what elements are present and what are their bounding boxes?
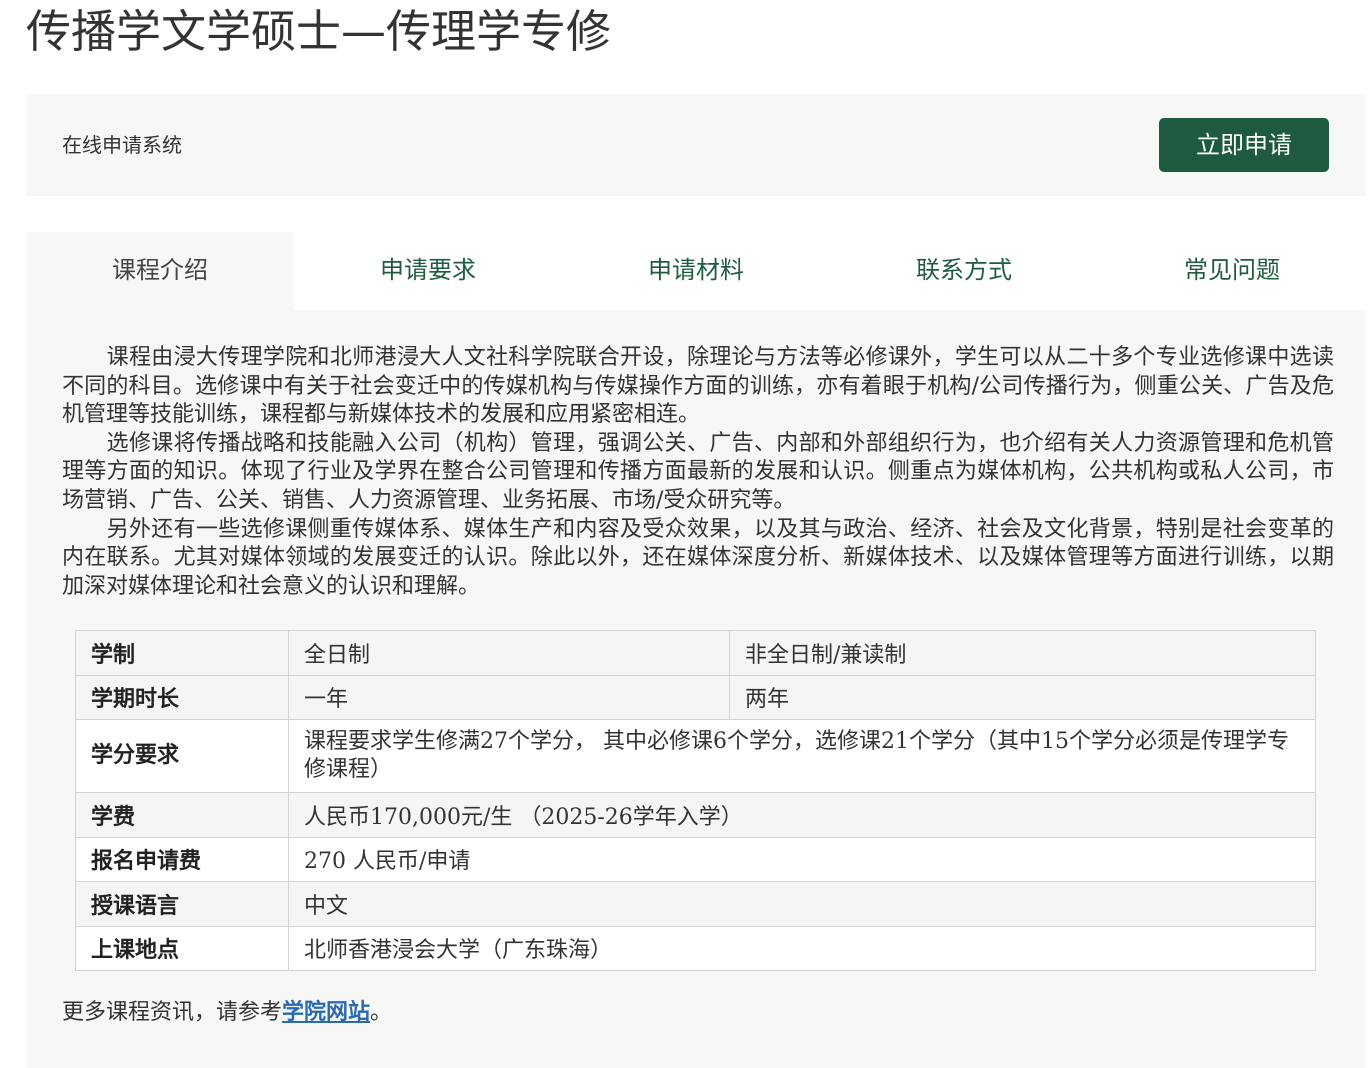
tab-application-requirements[interactable]: 申请要求 <box>294 232 562 310</box>
cell-credit-requirement: 课程要求学生修满27个学分， 其中必修课6个学分，选修课21个学分（其中15个学… <box>288 719 1316 793</box>
more-info-text: 更多课程资讯，请参考学院网站。 <box>62 998 392 1028</box>
intro-paragraph: 另外还有一些选修课侧重传媒体系、媒体生产和内容及受众效果，以及其与政治、经济、社… <box>62 516 1334 599</box>
row-label-credit-requirement: 学分要求 <box>75 719 289 793</box>
cell-duration-part-time: 两年 <box>729 674 1316 720</box>
online-application-system-label: 在线申请系统 <box>62 133 182 157</box>
tab-application-materials[interactable]: 申请材料 <box>562 232 830 310</box>
program-info-table: 学制 全日制 非全日制/兼读制 学期时长 一年 两年 学分要求 课程要求学生修满… <box>75 630 1316 971</box>
tab-faq[interactable]: 常见问题 <box>1098 232 1366 310</box>
more-info-prefix: 更多课程资讯，请参考 <box>62 1000 283 1025</box>
table-row: 学费 人民币170,000元/生 （2025-26学年入学） <box>75 792 1316 838</box>
tab-contact[interactable]: 联系方式 <box>830 232 1098 310</box>
table-row: 学分要求 课程要求学生修满27个学分， 其中必修课6个学分，选修课21个学分（其… <box>75 719 1316 793</box>
cell-language: 中文 <box>288 881 1316 927</box>
cell-application-fee: 270 人民币/申请 <box>288 836 1316 882</box>
table-row: 上课地点 北师香港浸会大学（广东珠海） <box>75 925 1316 971</box>
page-title: 传播学文学硕士—传理学专修 <box>26 5 612 58</box>
cell-duration-full-time: 一年 <box>288 674 730 720</box>
apply-now-button[interactable]: 立即申请 <box>1159 118 1329 172</box>
intro-paragraph: 选修课将传播战略和技能融入公司（机构）管理，强调公关、广告、内部和外部组织行为，… <box>62 430 1334 513</box>
intro-paragraph: 课程由浸大传理学院和北师港浸大人文社科学院联合开设，除理论与方法等必修课外，学生… <box>62 345 1334 428</box>
row-label-study-mode: 学制 <box>75 630 289 676</box>
row-label-location: 上课地点 <box>75 925 289 971</box>
table-row: 报名申请费 270 人民币/申请 <box>75 836 1316 882</box>
row-label-language: 授课语言 <box>75 881 289 927</box>
program-introduction-text: 课程由浸大传理学院和北师港浸大人文社科学院联合开设，除理论与方法等必修课外，学生… <box>62 344 1334 601</box>
cell-part-time: 非全日制/兼读制 <box>729 630 1316 676</box>
online-application-bar: 在线申请系统 立即申请 <box>26 94 1366 196</box>
table-row: 授课语言 中文 <box>75 881 1316 927</box>
cell-tuition: 人民币170,000元/生 （2025-26学年入学） <box>288 792 1316 838</box>
tab-program-introduction[interactable]: 课程介绍 <box>26 232 294 310</box>
row-label-duration: 学期时长 <box>75 674 289 720</box>
row-label-tuition: 学费 <box>75 792 289 838</box>
table-row: 学期时长 一年 两年 <box>75 674 1316 720</box>
college-website-link[interactable]: 学院网站 <box>282 1000 370 1025</box>
more-info-suffix: 。 <box>370 1000 393 1025</box>
cell-location: 北师香港浸会大学（广东珠海） <box>288 925 1316 971</box>
cell-full-time: 全日制 <box>288 630 730 676</box>
row-label-application-fee: 报名申请费 <box>75 836 289 882</box>
program-tabs: 课程介绍 申请要求 申请材料 联系方式 常见问题 <box>26 232 1366 310</box>
table-row: 学制 全日制 非全日制/兼读制 <box>75 630 1316 676</box>
tab-panel-program-introduction: 课程由浸大传理学院和北师港浸大人文社科学院联合开设，除理论与方法等必修课外，学生… <box>26 310 1366 1068</box>
